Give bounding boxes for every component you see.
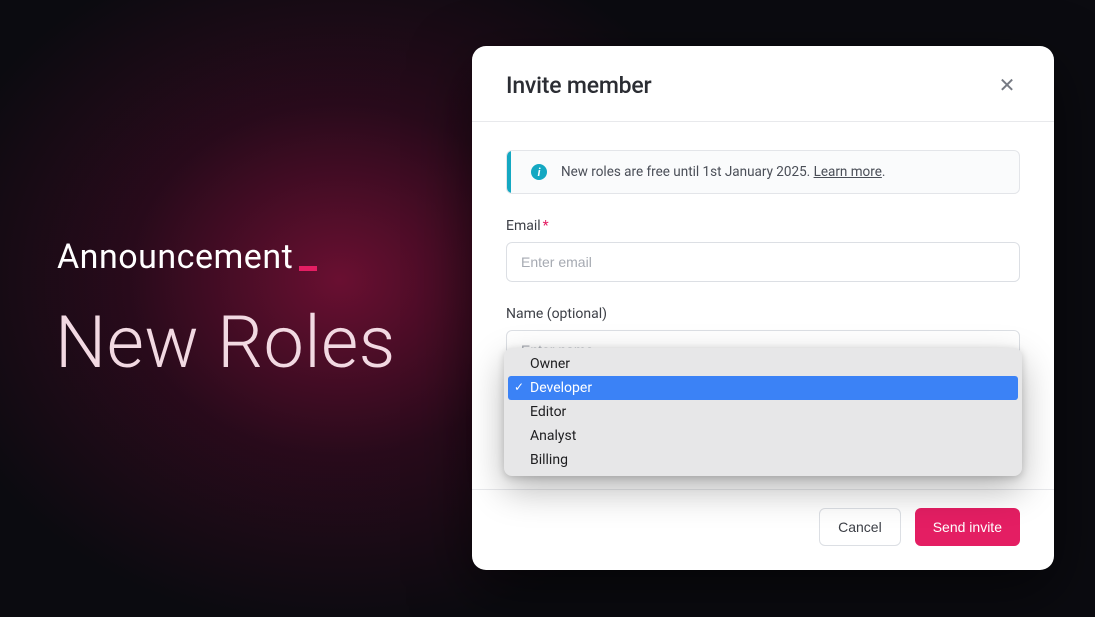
- close-icon: ✕: [999, 75, 1016, 97]
- role-option-billing[interactable]: Billing: [508, 448, 1018, 472]
- banner-accent-stripe: [507, 151, 511, 193]
- role-options-dropdown[interactable]: OwnerDeveloperEditorAnalystBilling: [504, 348, 1022, 476]
- modal-header: Invite member ✕: [472, 46, 1054, 122]
- role-option-analyst[interactable]: Analyst: [508, 424, 1018, 448]
- email-label-text: Email: [506, 218, 541, 234]
- name-label: Name (optional): [506, 306, 1020, 322]
- learn-more-link[interactable]: Learn more: [814, 164, 882, 180]
- info-banner: i New roles are free until 1st January 2…: [506, 150, 1020, 194]
- modal-title: Invite member: [506, 72, 651, 99]
- role-option-owner[interactable]: Owner: [508, 352, 1018, 376]
- cancel-button[interactable]: Cancel: [819, 508, 901, 546]
- close-button[interactable]: ✕: [994, 73, 1020, 99]
- announcement-title: New Roles: [55, 300, 396, 385]
- info-icon: i: [531, 164, 547, 180]
- send-invite-button[interactable]: Send invite: [915, 508, 1020, 546]
- name-label-text: Name (optional): [506, 306, 607, 322]
- banner-text: New roles are free until 1st January 202…: [561, 164, 885, 180]
- email-input[interactable]: [506, 242, 1020, 282]
- banner-text-before: New roles are free until 1st January 202…: [561, 164, 814, 180]
- modal-footer: Cancel Send invite: [472, 489, 1054, 570]
- banner-text-after: .: [882, 164, 886, 180]
- role-option-developer[interactable]: Developer: [508, 376, 1018, 400]
- announcement-eyebrow: Announcement: [57, 237, 317, 277]
- modal-body: i New roles are free until 1st January 2…: [472, 122, 1054, 489]
- required-mark: *: [543, 218, 549, 234]
- role-option-editor[interactable]: Editor: [508, 400, 1018, 424]
- cursor-accent-icon: [299, 266, 317, 271]
- announcement-stage: Announcement New Roles Invite member ✕ i…: [0, 0, 1095, 617]
- email-field-group: Email*: [506, 218, 1020, 282]
- invite-member-modal: Invite member ✕ i New roles are free unt…: [472, 46, 1054, 570]
- eyebrow-text: Announcement: [57, 237, 293, 277]
- email-label: Email*: [506, 218, 1020, 234]
